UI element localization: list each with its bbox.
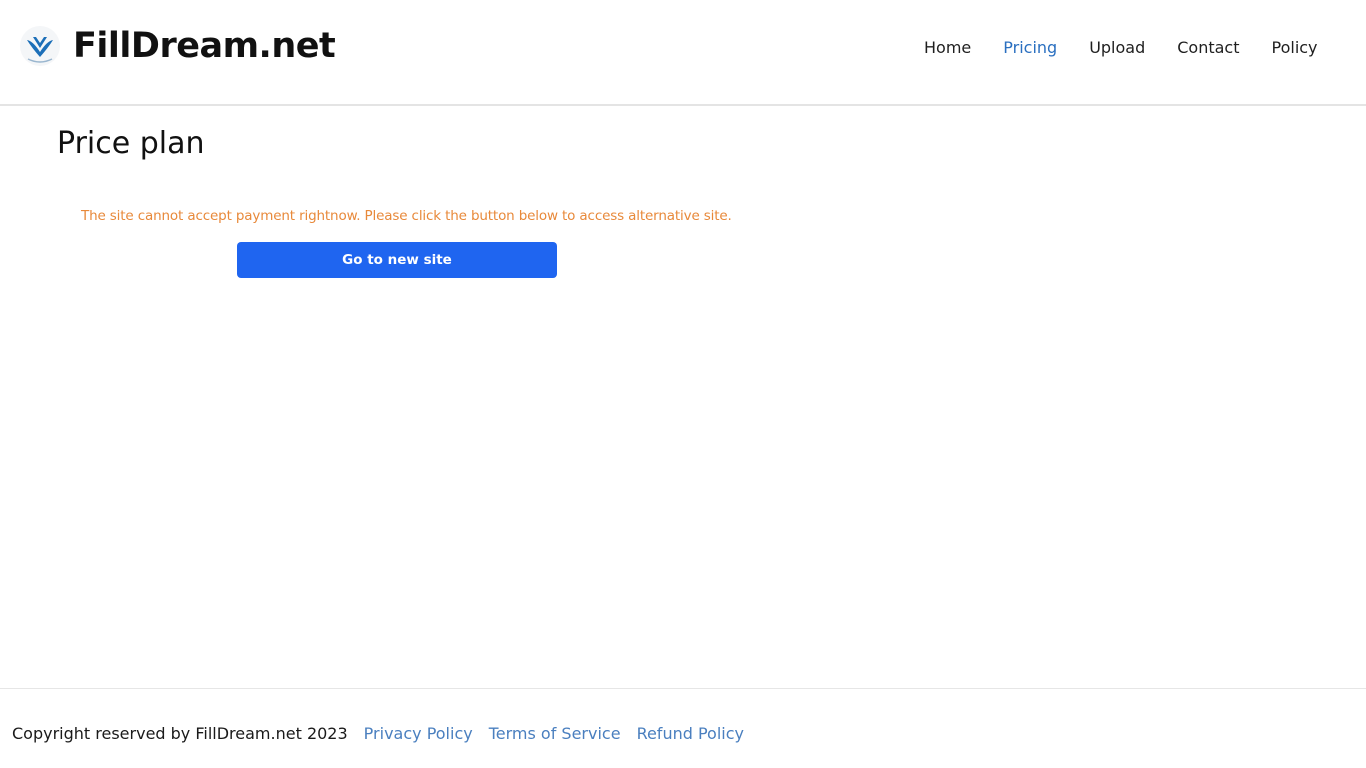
- refund-policy-link[interactable]: Refund Policy: [637, 723, 744, 745]
- nav-upload[interactable]: Upload: [1089, 36, 1145, 60]
- page-title: Price plan: [57, 126, 205, 161]
- page: FillDream.net Home Pricing Upload Contac…: [0, 0, 1366, 768]
- nav-contact[interactable]: Contact: [1177, 36, 1239, 60]
- site-logo-text: FillDream.net: [73, 25, 336, 66]
- filldream-logo-icon: [20, 26, 60, 66]
- logo-link[interactable]: FillDream.net: [18, 24, 336, 68]
- nav-pricing[interactable]: Pricing: [1003, 36, 1057, 60]
- site-header: FillDream.net Home Pricing Upload Contac…: [0, 0, 1366, 106]
- nav-policy[interactable]: Policy: [1272, 36, 1318, 60]
- site-footer: Copyright reserved by FillDream.net 2023…: [0, 688, 1366, 768]
- go-to-new-site-button[interactable]: Go to new site: [237, 242, 557, 278]
- privacy-policy-link[interactable]: Privacy Policy: [364, 723, 473, 745]
- footer-row: Copyright reserved by FillDream.net 2023…: [12, 723, 744, 745]
- terms-of-service-link[interactable]: Terms of Service: [489, 723, 621, 745]
- copyright-text: Copyright reserved by FillDream.net 2023: [12, 724, 348, 743]
- payment-notice: The site cannot accept payment rightnow.…: [81, 208, 732, 224]
- main-nav: Home Pricing Upload Contact Policy: [924, 36, 1318, 60]
- nav-home[interactable]: Home: [924, 36, 971, 60]
